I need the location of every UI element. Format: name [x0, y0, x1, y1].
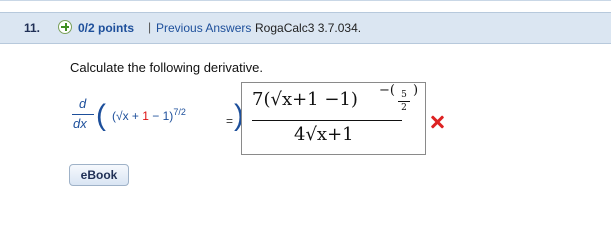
equals-sign: = [226, 114, 234, 128]
ebook-button[interactable]: eBook [69, 164, 129, 186]
fraction-bar [72, 114, 94, 115]
answer-exponent-close: ) [413, 83, 419, 98]
expression-pre: (√x + [112, 109, 143, 123]
exponent-top: 5 [401, 90, 407, 100]
question-header-bar: 11. 0/2 points | Previous Answers RogaCa… [0, 12, 611, 44]
question-prompt: Calculate the following derivative. [70, 60, 263, 75]
derivative-expression: d dx ( (√x + 1 − 1)7/2 ) [66, 93, 246, 143]
open-paren: ( [96, 99, 106, 132]
question-header: 11. 0/2 points | Previous Answers RogaCa… [0, 0, 611, 47]
exponent-bottom: 2 [401, 103, 407, 113]
exponent-bar [398, 101, 410, 102]
answer-box[interactable]: 7(√x+1 −1) −( 5 2 ) 4√x+1 [241, 82, 426, 155]
previous-answers-link[interactable]: Previous Answers [156, 21, 251, 35]
answer-numerator: 7(√x+1 −1) [252, 89, 358, 110]
answer-exponent-fraction: 5 2 [397, 90, 411, 113]
answer-denominator: 4√x+1 [294, 124, 354, 145]
answer-exponent-sign: −( [379, 83, 395, 98]
d-denominator: dx [73, 116, 87, 131]
expression-post: − 1) [148, 109, 174, 123]
question-number: 11. [24, 21, 41, 35]
plus-icon[interactable] [58, 20, 72, 34]
answer-fraction-bar [252, 120, 402, 121]
d-numerator: d [79, 96, 87, 111]
question-code: RogaCalc3 3.7.034. [255, 21, 362, 35]
close-icon [430, 115, 444, 129]
points-label: 0/2 points [78, 21, 135, 35]
separator: | [148, 20, 152, 34]
expression-exponent: 7/2 [173, 107, 186, 117]
expression: (√x + 1 − 1)7/2 [112, 107, 186, 123]
expression-red: 1 [142, 109, 149, 123]
